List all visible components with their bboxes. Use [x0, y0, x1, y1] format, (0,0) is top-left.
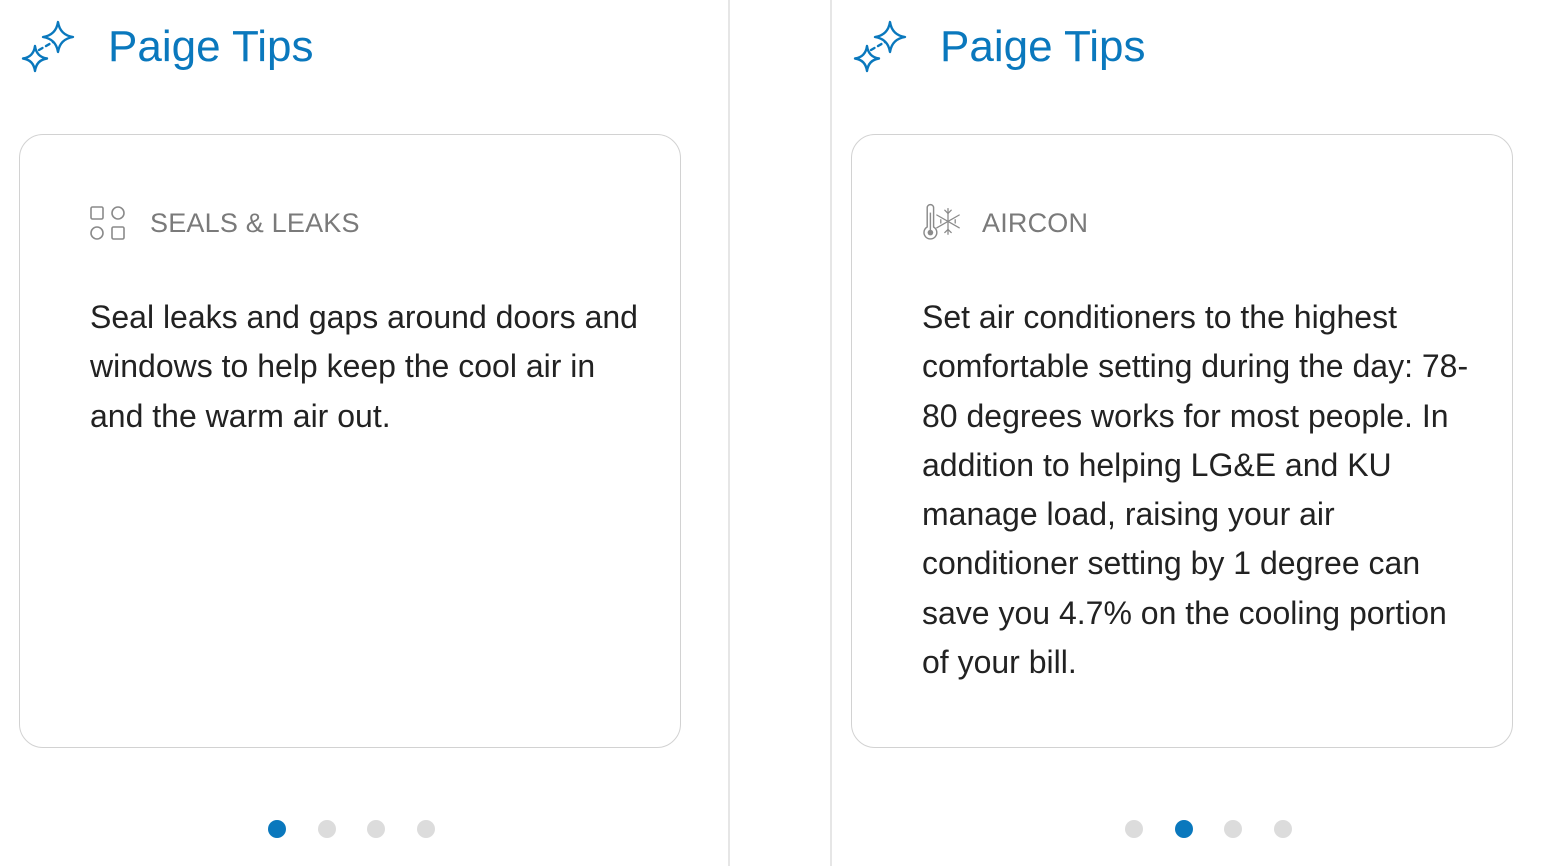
category-label: SEALS & LEAKS: [150, 207, 360, 238]
panel-divider: [728, 0, 730, 866]
pagination-dot-1[interactable]: [1125, 820, 1143, 838]
tips-panel-1: Paige Tips SEALS & LEAKS Seal leaks and …: [0, 0, 730, 866]
page-title: Paige Tips: [940, 22, 1146, 71]
tips-panel-2: Paige Tips AIRCON Set air conditioners t…: [832, 0, 1562, 866]
tip-card[interactable]: SEALS & LEAKS Seal leaks and gaps around…: [19, 134, 681, 748]
tip-text: Set air conditioners to the highest comf…: [922, 299, 1469, 681]
tip-text: Seal leaks and gaps around doors and win…: [90, 299, 638, 434]
sparkle-icon: [21, 20, 75, 73]
category-label: AIRCON: [982, 207, 1089, 238]
pagination-dot-1[interactable]: [268, 820, 286, 838]
pagination-dot-3[interactable]: [1224, 820, 1242, 838]
tip-category: AIRCON: [920, 201, 1088, 245]
panel-header: Paige Tips: [18, 18, 313, 76]
panel-header: Paige Tips: [850, 18, 1145, 76]
pagination-dot-2[interactable]: [1175, 820, 1193, 838]
page-title: Paige Tips: [108, 22, 314, 71]
pagination-dot-4[interactable]: [417, 820, 435, 838]
pagination-dots: [0, 820, 700, 838]
shapes-grid-icon: [90, 206, 125, 240]
tip-card[interactable]: AIRCON Set air conditioners to the highe…: [851, 134, 1513, 748]
pagination-dot-3[interactable]: [367, 820, 385, 838]
pagination-dot-2[interactable]: [318, 820, 336, 838]
thermometer-snowflake-icon: [923, 203, 960, 240]
pagination-dot-4[interactable]: [1274, 820, 1292, 838]
sparkle-icon: [853, 20, 907, 73]
pagination-dots: [832, 820, 1532, 838]
tip-category: SEALS & LEAKS: [88, 201, 360, 245]
